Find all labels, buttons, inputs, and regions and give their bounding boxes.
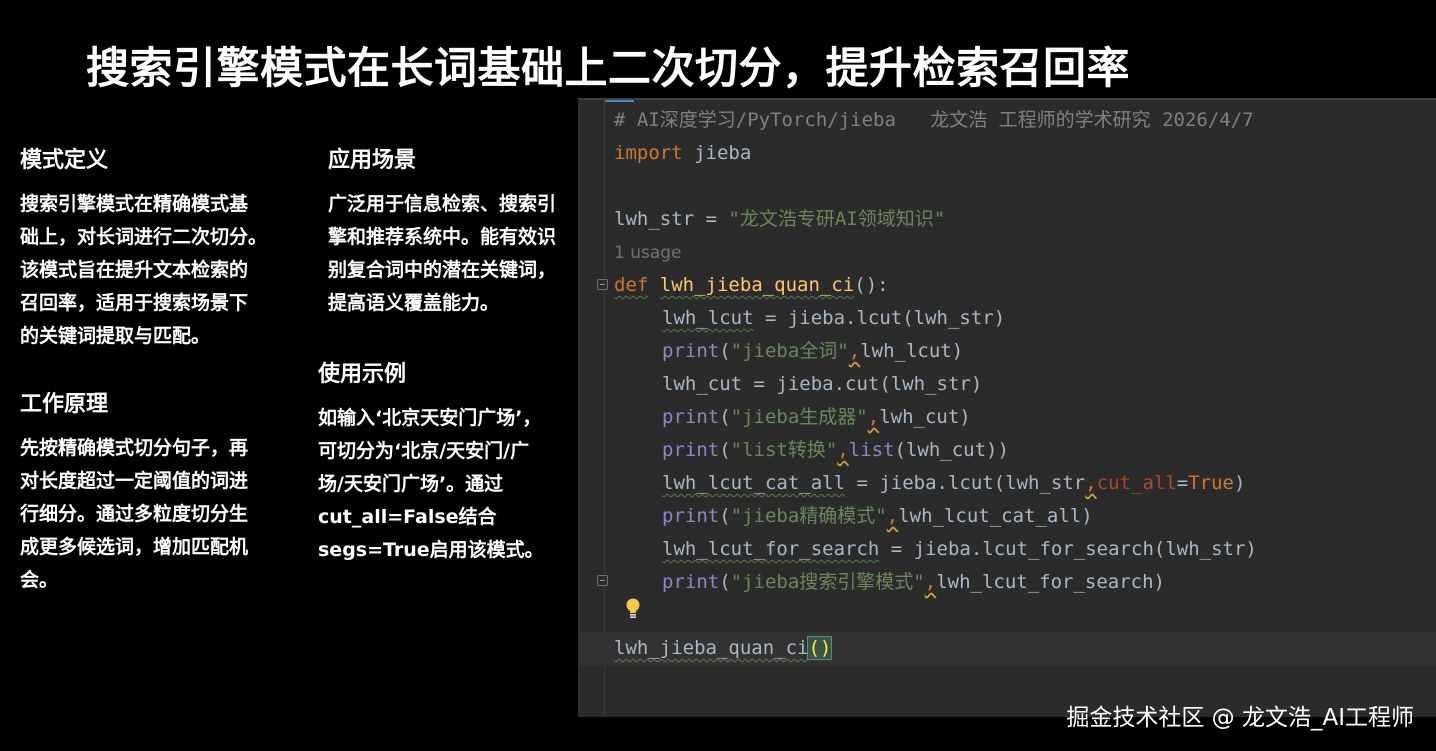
- editor-gutter: [578, 100, 604, 717]
- code-area[interactable]: # AI深度学习/PyTorch/jieba 龙文浩 工程师的学术研究 2026…: [578, 104, 1436, 665]
- print-fn-3: print: [662, 439, 720, 461]
- print-arg-4: lwh_lcut_cat_all): [898, 505, 1093, 527]
- code-line-usage[interactable]: 1 usage: [614, 236, 1436, 269]
- print-fn-4: print: [662, 505, 720, 527]
- definition-body: 搜索引擎模式在精确模式基 础上，对长词进行二次切分。 该模式旨在提升文本检索的 …: [20, 193, 268, 347]
- section-definition: 模式定义 搜索引擎模式在精确模式基 础上，对长词进行二次切分。 该模式旨在提升文…: [20, 142, 295, 353]
- cut-all-eq: =: [1176, 472, 1189, 494]
- comma-warn-4: ,: [1085, 472, 1097, 494]
- code-line-comment: # AI深度学习/PyTorch/jieba 龙文浩 工程师的学术研究 2026…: [614, 104, 1436, 137]
- def-tail: ():: [854, 274, 889, 296]
- lightbulb-icon[interactable]: [625, 598, 641, 620]
- code-line-assign: lwh_str = "龙文浩专研AI领域知识": [614, 203, 1436, 236]
- code-line-cut: lwh_cut = jieba.cut(lwh_str): [614, 368, 1436, 401]
- code-line-print-3: print("list转换",list(lwh_cut)): [614, 434, 1436, 467]
- for-search-var: lwh_lcut_for_search: [662, 538, 880, 560]
- paren-open-1: (: [719, 340, 731, 362]
- print-fn-5: print: [662, 571, 720, 593]
- cut-line: lwh_cut = jieba.cut(lwh_str): [662, 373, 983, 395]
- comma-warn-6: ,: [924, 571, 937, 593]
- print-arg-3: (lwh_cut)): [894, 439, 1009, 461]
- code-line-def: def lwh_jieba_quan_ci():: [614, 269, 1436, 302]
- true-keyword: True: [1188, 472, 1234, 494]
- cut-all-close: ): [1234, 472, 1246, 494]
- comma-warn-2: ,: [867, 406, 880, 428]
- print-str-1: "jieba全词": [730, 340, 849, 362]
- section-application: 应用场景 广泛用于信息检索、搜索引 擎和推荐系统中。能有效识 别复合词中的潜在关…: [328, 142, 583, 320]
- section-example: 使用示例 如输入‘北京天安门广场’， 可切分为‘北京/天安门/广 场/天安门广场…: [318, 356, 586, 567]
- code-line-import: import jieba: [614, 137, 1436, 170]
- code-line-blank-2: [614, 599, 1436, 632]
- lcut-var: lwh_lcut: [662, 307, 754, 329]
- code-line-lcut: lwh_lcut = jieba.lcut(lwh_str): [614, 302, 1436, 335]
- assign-op: =: [694, 208, 729, 230]
- call-function-name: lwh_jieba_quan_ci: [614, 637, 809, 659]
- code-line-print-4: print("jieba精确模式",lwh_lcut_cat_all): [614, 500, 1436, 533]
- print-fn-2: print: [662, 406, 720, 428]
- print-arg-2: lwh_cut): [879, 406, 971, 428]
- cut-all-param: cut_all: [1096, 472, 1177, 494]
- fold-toggle-end-icon[interactable]: [597, 575, 608, 586]
- def-function-name: lwh_jieba_quan_ci: [659, 274, 855, 296]
- import-keyword: import: [614, 142, 683, 164]
- code-line-print-2: print("jieba生成器",lwh_cut): [614, 401, 1436, 434]
- section-principle: 工作原理 先按精确模式切分句子，再 对长度超过一定阈值的词进 行细分。通过多粒度…: [20, 386, 295, 597]
- code-line-print-1: print("jieba全词",lwh_lcut): [614, 335, 1436, 368]
- fold-toggle-icon[interactable]: [597, 279, 608, 290]
- print-str-2: "jieba生成器": [730, 406, 868, 428]
- definition-heading: 模式定义: [20, 148, 109, 173]
- print-fn-1: print: [662, 340, 720, 362]
- print-str-3: "list转换": [730, 439, 838, 461]
- editor-accent-line: [604, 100, 634, 102]
- paren-open-5: (: [719, 571, 731, 593]
- for-search-rest: = jieba.lcut_for_search(lwh_str): [879, 538, 1257, 560]
- print-str-4: "jieba精确模式": [730, 505, 887, 527]
- code-line-cut-all: lwh_lcut_cat_all = jieba.lcut(lwh_str,cu…: [614, 467, 1436, 500]
- paren-open-4: (: [719, 505, 731, 527]
- comment-text: # AI深度学习/PyTorch/jieba 龙文浩 工程师的学术研究 2026…: [614, 109, 1254, 131]
- principle-body: 先按精确模式切分句子，再 对长度超过一定阈值的词进 行细分。通过多粒度切分生 成…: [20, 437, 249, 591]
- gutter-divider: [604, 100, 605, 717]
- comma-warn-5: ,: [886, 505, 899, 527]
- code-editor[interactable]: # AI深度学习/PyTorch/jieba 龙文浩 工程师的学术研究 2026…: [578, 98, 1436, 717]
- assign-var: lwh_str: [614, 208, 695, 230]
- usage-hint[interactable]: 1 usage: [614, 243, 682, 263]
- print-str-5: "jieba搜索引擎模式": [730, 571, 925, 593]
- code-line-call: lwh_jieba_quan_ci(): [578, 632, 1436, 665]
- import-module: jieba: [682, 142, 752, 164]
- call-parens: (): [807, 636, 833, 660]
- print-arg-5: lwh_lcut_for_search): [936, 571, 1165, 593]
- paren-open-2: (: [719, 406, 731, 428]
- list-builtin: list: [848, 439, 895, 461]
- application-body: 广泛用于信息检索、搜索引 擎和推荐系统中。能有效识 别复合词中的潜在关键词， 提…: [328, 193, 557, 314]
- principle-heading: 工作原理: [20, 392, 109, 417]
- cut-all-var: lwh_lcut_cat_all: [662, 472, 846, 494]
- code-line-for-search: lwh_lcut_for_search = jieba.lcut_for_sea…: [614, 533, 1436, 566]
- application-heading: 应用场景: [328, 148, 417, 173]
- watermark: 掘金技术社区 @ 龙文浩_AI工程师: [1066, 705, 1414, 731]
- assign-string: "龙文浩专研AI领域知识": [728, 208, 946, 230]
- comma-warn-1: ,: [848, 340, 861, 362]
- example-heading: 使用示例: [318, 362, 407, 387]
- def-keyword: def: [614, 274, 649, 296]
- print-arg-1: lwh_lcut): [860, 340, 964, 362]
- paren-open-3: (: [719, 439, 731, 461]
- cut-all-mid: = jieba.lcut(lwh_str: [845, 472, 1086, 494]
- example-body: 如输入‘北京天安门广场’， 可切分为‘北京/天安门/广 场/天安门广场’。通过 …: [318, 407, 544, 561]
- page-title: 搜索引擎模式在长词基础上二次切分，提升检索召回率: [86, 44, 1130, 94]
- lcut-rest: = jieba.lcut(lwh_str): [753, 307, 1006, 329]
- comma-warn-3: ,: [837, 439, 849, 461]
- code-line-print-5: print("jieba搜索引擎模式",lwh_lcut_for_search): [614, 566, 1436, 599]
